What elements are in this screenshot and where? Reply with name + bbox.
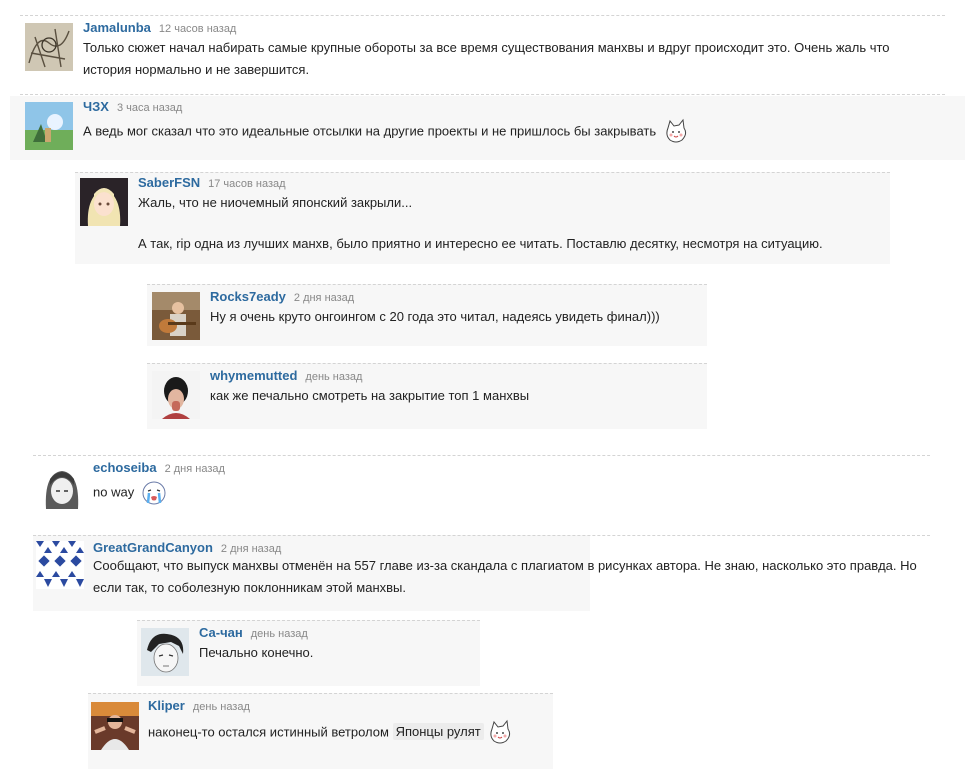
comment-separator	[33, 535, 930, 536]
comment-author[interactable]: SaberFSN	[138, 175, 200, 190]
cat-emote-icon	[662, 118, 690, 146]
comment-author[interactable]: Са-чан	[199, 625, 243, 640]
comment-text: Ну я очень круто онгоингом с 20 года это…	[210, 309, 660, 324]
comment: ЧЗХ 3 часа назад А ведь мог сказал что эт…	[10, 94, 965, 160]
avatar[interactable]	[152, 292, 200, 340]
comment-text-paragraph: А так, rip одна из лучших манхв, было пр…	[138, 236, 823, 251]
comment-separator	[88, 693, 553, 694]
comment-separator	[33, 455, 930, 456]
comment-separator	[20, 94, 945, 95]
comment-time: 2 дня назад	[220, 543, 282, 555]
avatar[interactable]	[91, 702, 139, 750]
comment: whymemutted день назад как же печально см…	[147, 363, 707, 429]
avatar[interactable]	[25, 23, 73, 71]
comment-time: 12 часов назад	[158, 23, 237, 35]
comment-text: no way	[93, 484, 135, 500]
spoiler-text[interactable]: Японцы рулят	[392, 723, 484, 741]
comment-author[interactable]: ЧЗХ	[83, 99, 109, 114]
comment-text: наконец-то остался истинный ветролом	[148, 724, 389, 740]
comment-time: день назад	[305, 371, 363, 383]
comment-text: А ведь мог сказал что это идеальные отсы…	[83, 123, 657, 139]
comment-separator	[147, 284, 707, 285]
comment: Rocks7eady 2 дня назад Ну я очень круто о…	[147, 284, 707, 346]
comment-separator	[75, 172, 890, 173]
comment-time: 17 часов назад	[208, 178, 286, 190]
comment-separator	[20, 15, 945, 16]
avatar[interactable]	[80, 178, 128, 226]
comment: Jamalunba 12 часов назад Только сюжет нач…	[20, 15, 945, 85]
comment: Са-чан день назад Печально конечно.	[137, 620, 480, 686]
comment-text: Жаль, что не ниочемный японский закрыли.…	[138, 195, 413, 210]
avatar[interactable]	[152, 371, 200, 419]
comment-time: 3 часа назад	[116, 102, 183, 114]
crying-emote-icon	[140, 479, 168, 507]
comment-author[interactable]: Kliper	[148, 698, 185, 713]
comment-author[interactable]: echoseiba	[93, 460, 157, 475]
avatar[interactable]	[141, 628, 189, 676]
comment: Kliper день назад наконец-то остался исти…	[88, 693, 553, 769]
comment: GreatGrandCanyon 2 дня назад Сообщают, чт…	[33, 535, 930, 611]
comment-time: день назад	[250, 628, 308, 640]
avatar[interactable]	[36, 541, 84, 589]
comment-author[interactable]: GreatGrandCanyon	[93, 540, 213, 555]
comment-author[interactable]: Jamalunba	[83, 20, 151, 35]
comment-text: Сообщают, что выпуск манхвы отменён на 5…	[93, 558, 917, 595]
comment-text: Только сюжет начал набирать самые крупны…	[83, 40, 890, 77]
comment-separator	[147, 363, 707, 364]
comment-time: 2 дня назад	[293, 292, 355, 304]
comment-time: 2 дня назад	[164, 463, 225, 475]
comment-text: Печально конечно.	[199, 645, 314, 660]
comment-time: день назад	[192, 701, 250, 713]
comment-author[interactable]: whymemutted	[210, 368, 297, 383]
comment-author[interactable]: Rocks7eady	[210, 289, 286, 304]
comment: echoseiba 2 дня назад no way	[33, 455, 930, 518]
comment-separator	[137, 620, 480, 621]
avatar[interactable]	[25, 102, 73, 150]
avatar[interactable]	[38, 463, 86, 511]
comment-text: как же печально смотреть на закрытие топ…	[210, 388, 530, 403]
cat-emote-icon	[486, 719, 514, 747]
comment: SaberFSN 17 часов назад Жаль, что не ниоч…	[75, 172, 890, 264]
